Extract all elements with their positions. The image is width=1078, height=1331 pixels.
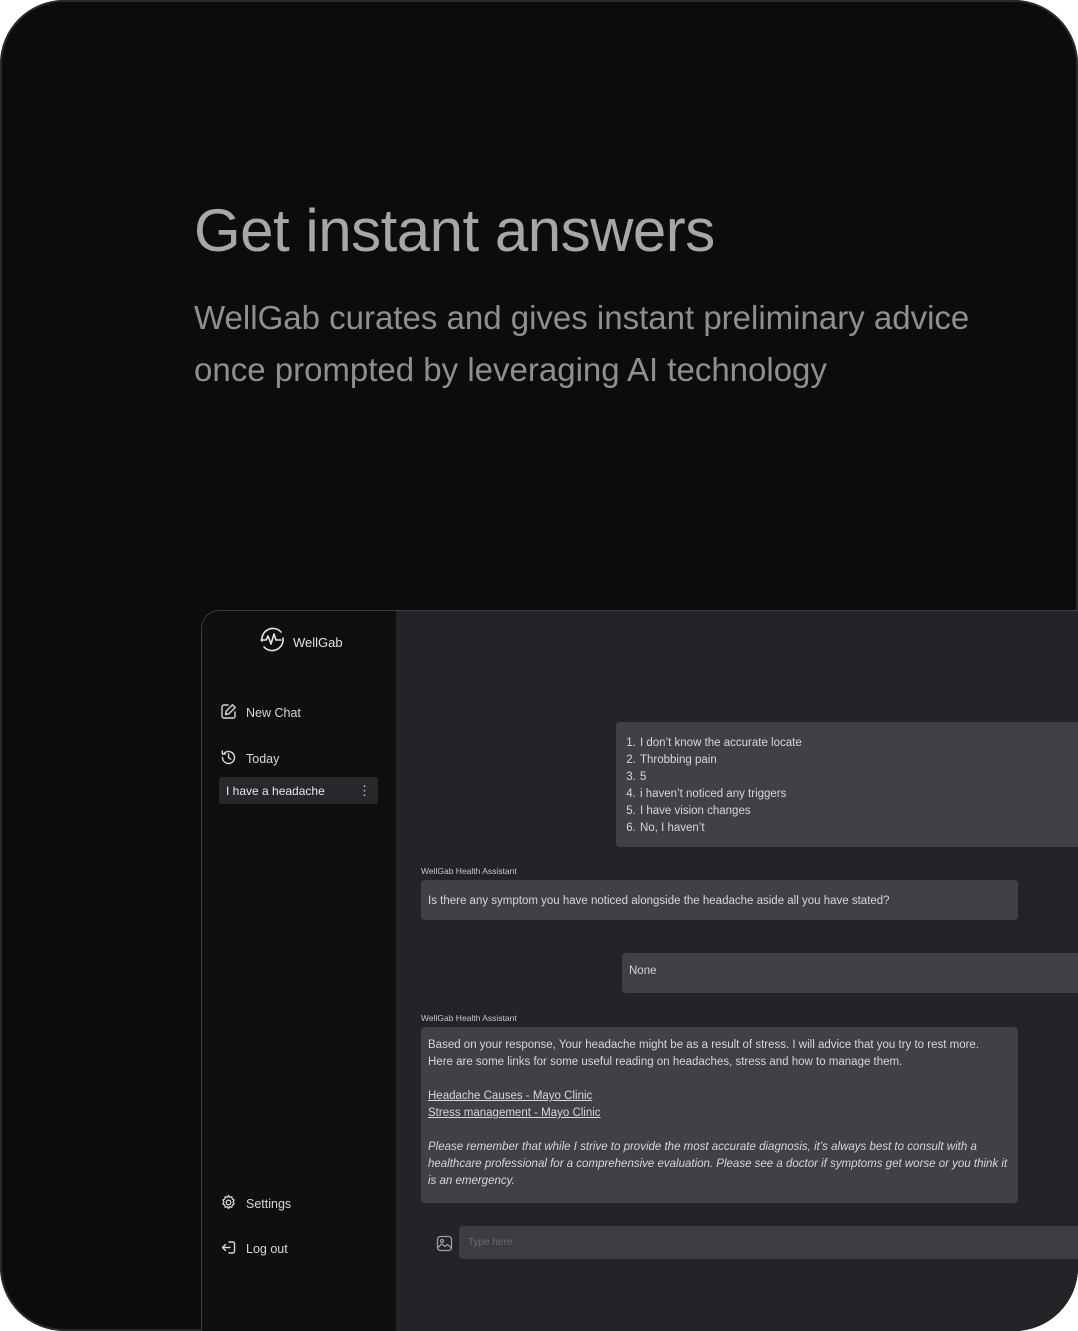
assistant-name: WellGab Health Assistant — [421, 866, 517, 876]
list-item: I have vision changes — [639, 803, 1078, 820]
sidebar: WellGab New Chat Today I have a headache… — [202, 611, 396, 1331]
logout-label: Log out — [246, 1242, 288, 1256]
list-item: I don’t know the accurate locate — [639, 735, 1078, 752]
disclaimer-text: Please remember that while I strive to p… — [428, 1141, 1008, 1187]
list-item: i haven’t noticed any triggers — [639, 786, 1078, 803]
today-section: Today — [220, 749, 279, 769]
assistant-response-text: Here are some links for some useful read… — [428, 1056, 903, 1068]
new-chat-label: New Chat — [246, 706, 301, 720]
assistant-question: Is there any symptom you have noticed al… — [428, 895, 890, 907]
today-label: Today — [246, 752, 280, 766]
logout-button[interactable]: Log out — [220, 1239, 288, 1259]
more-options-icon[interactable]: ⋮ — [358, 784, 371, 797]
hero-subtitle-line: once prompted by leveraging AI technolog… — [194, 351, 827, 388]
list-item: No, I haven’t — [639, 820, 1078, 837]
gear-icon — [220, 1194, 237, 1214]
logout-icon — [220, 1239, 237, 1259]
assistant-message: Based on your response, Your headache mi… — [421, 1027, 1018, 1203]
hero-subtitle: WellGab curates and gives instant prelim… — [194, 292, 1014, 396]
user-reply: None — [629, 965, 657, 977]
user-answers-list: I don’t know the accurate locate Throbbi… — [616, 735, 1078, 837]
logo-icon — [258, 625, 287, 659]
settings-button[interactable]: Settings — [220, 1194, 291, 1214]
assistant-response-text: Based on your response, Your headache mi… — [428, 1039, 980, 1051]
settings-label: Settings — [246, 1197, 292, 1211]
edit-icon — [220, 703, 237, 723]
assistant-message: Is there any symptom you have noticed al… — [421, 880, 1018, 920]
assistant-name: WellGab Health Assistant — [421, 1013, 517, 1023]
hero-card: Get instant answers WellGab curates and … — [0, 0, 1078, 1331]
hero-subtitle-line: WellGab curates and gives instant prelim… — [194, 299, 970, 336]
chat-history-item[interactable]: I have a headache ⋮ — [219, 777, 378, 804]
user-message: None — [622, 953, 1078, 993]
message-input-placeholder: Type here — [468, 1237, 513, 1248]
list-item: Throbbing pain — [639, 752, 1078, 769]
stress-management-link[interactable]: Stress management - Mayo Clinic — [428, 1105, 1011, 1122]
hero-title: Get instant answers — [194, 197, 715, 264]
image-upload-icon[interactable] — [436, 1235, 453, 1257]
history-icon — [220, 749, 237, 769]
brand[interactable]: WellGab — [258, 625, 343, 659]
user-message: I don’t know the accurate locate Throbbi… — [616, 722, 1078, 847]
list-item: 5 — [639, 769, 1078, 786]
chat-area: I don’t know the accurate locate Throbbi… — [396, 611, 1078, 1331]
new-chat-button[interactable]: New Chat — [220, 703, 301, 723]
message-input[interactable]: Type here — [459, 1226, 1078, 1259]
chat-history-title: I have a headache — [226, 783, 325, 798]
brand-name: WellGab — [293, 634, 343, 650]
app-window: WellGab New Chat Today I have a headache… — [201, 610, 1078, 1331]
headache-causes-link[interactable]: Headache Causes - Mayo Clinic — [428, 1088, 1011, 1105]
